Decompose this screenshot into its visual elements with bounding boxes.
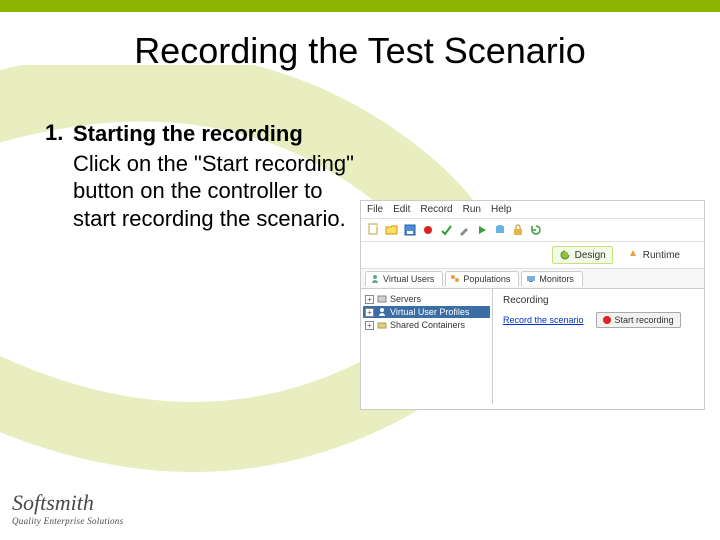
refresh-icon[interactable] xyxy=(529,223,543,237)
menu-file[interactable]: File xyxy=(367,204,383,215)
tree-sc-label: Shared Containers xyxy=(390,320,465,330)
runtime-mode-button[interactable]: Runtime xyxy=(621,246,686,264)
toolbar xyxy=(361,219,704,242)
menu-run[interactable]: Run xyxy=(463,204,481,215)
menu-help[interactable]: Help xyxy=(491,204,512,215)
step-block: 1. Starting the recording Click on the "… xyxy=(45,120,355,232)
user-icon xyxy=(370,274,380,284)
tab-virtual-users[interactable]: Virtual Users xyxy=(365,271,443,286)
expand-icon[interactable]: + xyxy=(365,308,374,317)
screenshot-body: + Servers + Virtual User Profiles + Shar… xyxy=(361,289,704,404)
profile-icon xyxy=(377,307,387,317)
tool-icon[interactable] xyxy=(457,223,471,237)
design-icon xyxy=(559,249,571,261)
logo-name: Softsmith xyxy=(12,490,123,516)
populations-icon xyxy=(450,274,460,284)
step-body-text: Click on the "Start recording" button on… xyxy=(73,150,355,233)
open-icon[interactable] xyxy=(385,223,399,237)
tab-populations-label: Populations xyxy=(463,274,510,284)
right-panel: Recording Record the scenario Start reco… xyxy=(493,289,704,404)
runtime-label: Runtime xyxy=(643,250,680,261)
tab-virtual-users-label: Virtual Users xyxy=(383,274,434,284)
tab-monitors[interactable]: Monitors xyxy=(521,271,583,286)
tab-monitors-label: Monitors xyxy=(539,274,574,284)
step-number: 1. xyxy=(45,120,73,146)
lock-icon[interactable] xyxy=(511,223,525,237)
record-icon[interactable] xyxy=(421,223,435,237)
record-scenario-link[interactable]: Record the scenario xyxy=(503,315,584,325)
tab-populations[interactable]: Populations xyxy=(445,271,519,286)
runtime-icon xyxy=(627,249,639,261)
tree-panel: + Servers + Virtual User Profiles + Shar… xyxy=(361,289,493,404)
expand-icon[interactable]: + xyxy=(365,295,374,304)
tree-shared-containers[interactable]: + Shared Containers xyxy=(363,319,490,331)
slide-title: Recording the Test Scenario xyxy=(0,30,720,72)
save-icon[interactable] xyxy=(403,223,417,237)
design-mode-button[interactable]: Design xyxy=(552,246,613,264)
logo-tagline: Quality Enterprise Solutions xyxy=(12,516,123,526)
tree-servers-label: Servers xyxy=(390,294,421,304)
expand-icon[interactable]: + xyxy=(365,321,374,330)
start-recording-label: Start recording xyxy=(615,315,674,325)
tree-virtual-user-profiles[interactable]: + Virtual User Profiles xyxy=(363,306,490,318)
container-icon xyxy=(377,320,387,330)
check-icon[interactable] xyxy=(439,223,453,237)
top-accent-bar xyxy=(0,0,720,12)
server-icon xyxy=(377,294,387,304)
tree-servers[interactable]: + Servers xyxy=(363,293,490,305)
design-label: Design xyxy=(575,250,606,261)
record-dot-icon xyxy=(603,316,611,324)
monitors-icon xyxy=(526,274,536,284)
db-icon[interactable] xyxy=(493,223,507,237)
mode-bar: Design Runtime xyxy=(361,242,704,269)
menu-edit[interactable]: Edit xyxy=(393,204,410,215)
new-icon[interactable] xyxy=(367,223,381,237)
tab-bar: Virtual Users Populations Monitors xyxy=(361,269,704,289)
recording-section-label: Recording xyxy=(503,295,694,306)
menu-record[interactable]: Record xyxy=(420,204,452,215)
footer-logo: Softsmith Quality Enterprise Solutions xyxy=(12,490,123,526)
play-icon[interactable] xyxy=(475,223,489,237)
tree-vup-label: Virtual User Profiles xyxy=(390,307,469,317)
menubar: File Edit Record Run Help xyxy=(361,201,704,219)
step-heading: Starting the recording xyxy=(73,120,355,148)
controller-screenshot: File Edit Record Run Help Design Runtime xyxy=(360,200,705,410)
start-recording-button[interactable]: Start recording xyxy=(596,312,681,328)
